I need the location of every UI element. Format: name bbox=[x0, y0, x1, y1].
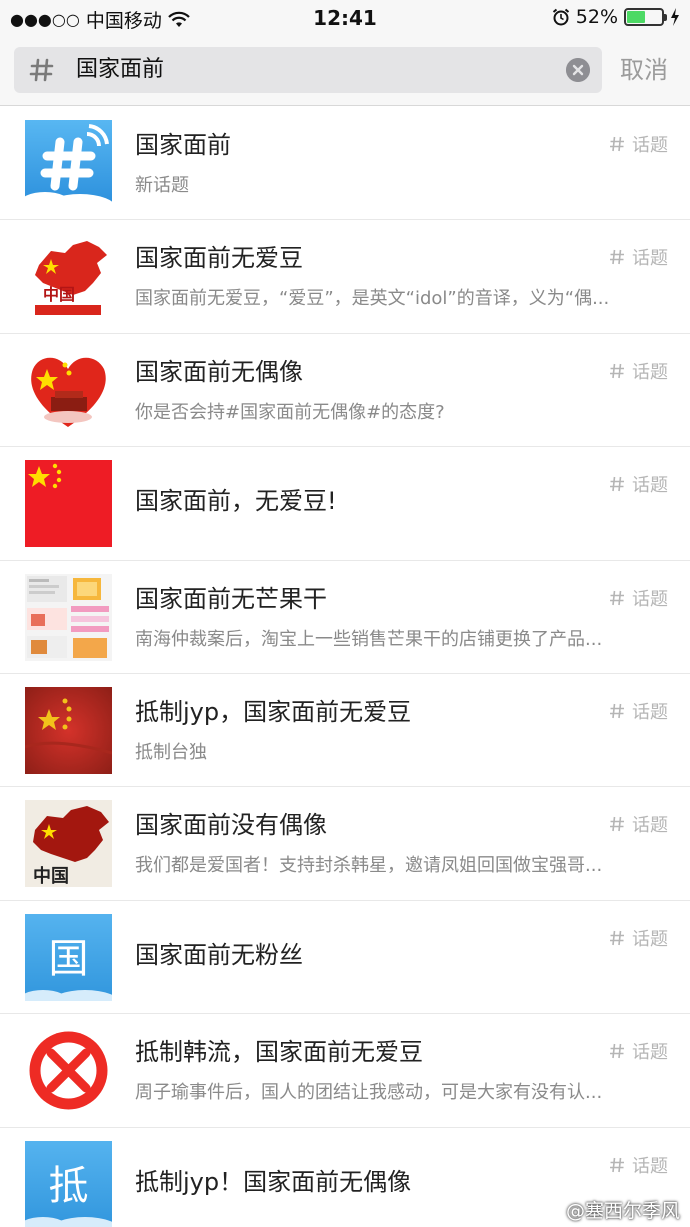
topic-tag-label: 话题 bbox=[632, 135, 668, 156]
list-item[interactable]: 国家面前无偶像 你是否会持#国家面前无偶像#的态度? 话题 bbox=[0, 334, 690, 448]
china-map-dark-thumbnail: 中国 bbox=[25, 800, 112, 888]
topic-tag-label: 话题 bbox=[632, 815, 668, 837]
topic-tag-label: 话题 bbox=[632, 701, 668, 723]
hashtag-icon bbox=[610, 817, 624, 832]
topic-tag-label: 话题 bbox=[632, 248, 668, 270]
topic-title: 抵制韩流，国家面前无爱豆 bbox=[135, 1038, 423, 1067]
topic-title: 国家面前无偶像 bbox=[135, 357, 303, 386]
battery-percent: 52% bbox=[575, 6, 618, 28]
list-item[interactable]: 国家面前 新话题 话题 bbox=[0, 107, 690, 221]
topic-subtitle: 国家面前无爱豆，“爱豆”，是英文“idol”的音译，义为“偶... bbox=[135, 288, 610, 310]
list-item[interactable]: 国家面前，无爱豆! 话题 bbox=[0, 447, 690, 561]
topic-result-list: 国家面前 新话题 话题 中国 国家面前无爱豆 国家面前无爱豆，“爱豆”，是英文“… bbox=[0, 107, 690, 1227]
topic-title: 抵制jyp！国家面前无偶像 bbox=[135, 1167, 412, 1196]
topic-title: 国家面前无爱豆 bbox=[135, 244, 303, 273]
cancel-button[interactable]: 取消 bbox=[620, 54, 668, 86]
search-input[interactable]: 国家面前 bbox=[14, 47, 602, 93]
topic-tag-label: 话题 bbox=[632, 928, 668, 950]
topic-tag: 话题 bbox=[608, 358, 668, 384]
heart-flag-thumbnail bbox=[25, 346, 112, 434]
hashtag-icon bbox=[610, 477, 624, 492]
topic-tag: 话题 bbox=[608, 244, 668, 270]
topic-tag-label: 话题 bbox=[632, 1155, 668, 1177]
list-item[interactable]: 国家面前无芒果干 南海仲裁案后，淘宝上一些销售芒果干的店铺更换了产品... 话题 bbox=[0, 561, 690, 674]
tile-character: 抵 bbox=[49, 1163, 89, 1209]
textured-flag-thumbnail bbox=[25, 686, 112, 774]
topic-title: 国家面前 bbox=[135, 131, 231, 159]
map-caption: 中国 bbox=[33, 865, 69, 887]
list-item[interactable]: 国 国家面前无粉丝 话题 bbox=[0, 901, 690, 1015]
character-tile-thumbnail: 国 bbox=[25, 913, 112, 1001]
china-flag-thumbnail bbox=[25, 460, 112, 548]
topic-tag: 话题 bbox=[608, 698, 668, 724]
topic-tag-label: 话题 bbox=[632, 475, 668, 497]
status-bar: ●●●○○ 中国移动 12:41 52% bbox=[0, 0, 690, 36]
map-caption: 中国 bbox=[43, 285, 75, 304]
watermark: @塞西尔季风 bbox=[565, 1200, 680, 1222]
hashtag-icon bbox=[610, 590, 624, 605]
topic-tag-label: 话题 bbox=[632, 588, 668, 610]
character-tile-thumbnail: 抵 bbox=[25, 1140, 112, 1227]
topic-tag: 话题 bbox=[608, 1038, 668, 1064]
hashtag-icon bbox=[610, 1044, 624, 1059]
screenshot-collage-thumbnail bbox=[25, 573, 112, 661]
china-map-thumbnail: 中国 bbox=[25, 233, 112, 321]
hashtag-icon bbox=[610, 250, 624, 265]
list-item[interactable]: 中国 国家面前无爱豆 国家面前无爱豆，“爱豆”，是英文“idol”的音译，义为“… bbox=[0, 220, 690, 334]
clear-icon[interactable] bbox=[566, 58, 590, 82]
topic-tag: 话题 bbox=[608, 811, 668, 837]
topic-tag: 话题 bbox=[608, 131, 668, 157]
alarm-icon bbox=[552, 8, 569, 26]
status-bar-right: 52% bbox=[552, 6, 680, 28]
topic-tag: 话题 bbox=[608, 1152, 668, 1178]
hashtag-icon bbox=[610, 363, 624, 378]
list-item[interactable]: 中国 国家面前没有偶像 我们都是爱国者！支持封杀韩星，邀请凤姐回国做宝强哥...… bbox=[0, 787, 690, 901]
topic-subtitle: 你是否会持#国家面前无偶像#的态度? bbox=[135, 401, 445, 423]
hashtag-icon bbox=[610, 136, 624, 152]
hashtag-icon bbox=[610, 1157, 624, 1172]
topic-title: 国家面前没有偶像 bbox=[135, 811, 327, 840]
search-query-text: 国家面前 bbox=[76, 57, 165, 82]
battery-icon bbox=[624, 8, 667, 26]
no-sign-thumbnail bbox=[25, 1027, 112, 1115]
topic-tag: 话题 bbox=[608, 471, 668, 497]
topic-subtitle: 南海仲裁案后，淘宝上一些销售芒果干的店铺更换了产品... bbox=[135, 628, 603, 650]
hashtag-icon bbox=[29, 58, 54, 82]
topic-subtitle: 新话题 bbox=[135, 175, 189, 196]
topic-title: 国家面前，无爱豆! bbox=[135, 487, 337, 516]
hashtag-icon bbox=[610, 703, 624, 719]
topic-subtitle: 周子瑜事件后，国人的团结让我感动，可是大家有没有认... bbox=[135, 1082, 603, 1104]
topic-subtitle: 抵制台独 bbox=[135, 741, 207, 763]
search-bar: 国家面前 取消 bbox=[0, 36, 690, 106]
hashtag-thumbnail bbox=[25, 120, 112, 207]
topic-title: 抵制jyp，国家面前无爱豆 bbox=[135, 697, 412, 726]
topic-tag: 话题 bbox=[608, 585, 668, 611]
topic-title: 国家面前无粉丝 bbox=[135, 940, 303, 969]
hashtag-icon bbox=[610, 930, 624, 945]
tile-character: 国 bbox=[49, 936, 89, 982]
list-item[interactable]: 抵制jyp，国家面前无爱豆 抵制台独 话题 bbox=[0, 674, 690, 788]
topic-tag: 话题 bbox=[608, 925, 668, 951]
list-item[interactable]: 抵制韩流，国家面前无爱豆 周子瑜事件后，国人的团结让我感动，可是大家有没有认..… bbox=[0, 1014, 690, 1128]
topic-subtitle: 我们都是爱国者！支持封杀韩星，邀请凤姐回国做宝强哥... bbox=[135, 855, 603, 877]
topic-tag-label: 话题 bbox=[632, 1042, 668, 1064]
charging-icon bbox=[671, 8, 679, 26]
topic-title: 国家面前无芒果干 bbox=[135, 584, 327, 613]
topic-tag-label: 话题 bbox=[632, 361, 668, 383]
